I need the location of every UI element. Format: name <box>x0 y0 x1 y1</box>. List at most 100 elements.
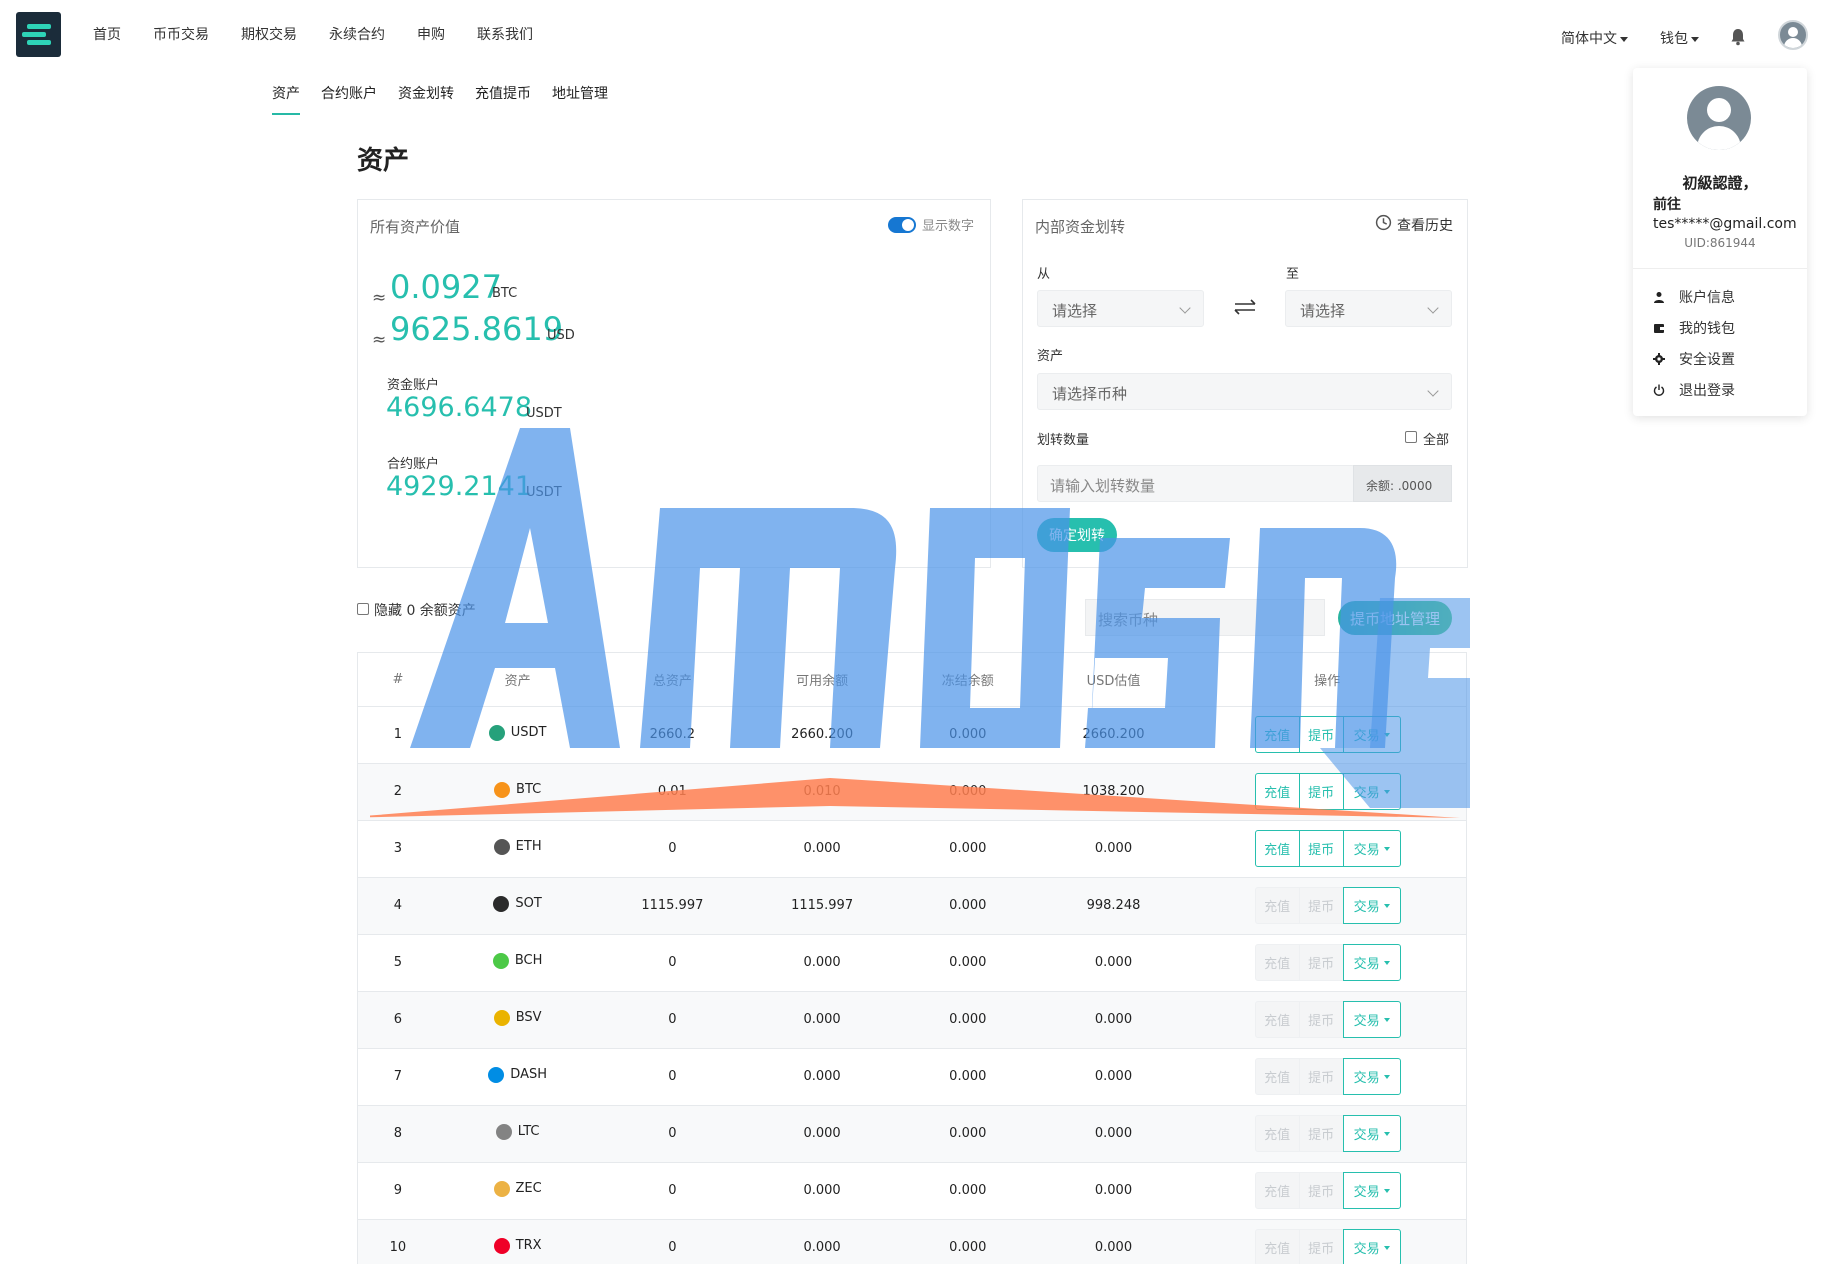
row-actions: 充值 提币 交易 <box>1188 820 1466 878</box>
row-asset: LTC <box>437 1105 598 1163</box>
menu-my-wallet[interactable]: 我的钱包 <box>1653 318 1735 338</box>
tab-fund-transfer[interactable]: 资金划转 <box>398 83 454 115</box>
row-asset: BTC <box>437 763 598 821</box>
trade-button[interactable]: 交易 <box>1342 1115 1401 1152</box>
trade-button[interactable]: 交易 <box>1342 1058 1401 1095</box>
row-frozen: 0.000 <box>896 706 1039 764</box>
trade-button[interactable]: 交易 <box>1342 1001 1401 1038</box>
language-select[interactable]: 简体中文 <box>1561 28 1628 48</box>
nav-perpetual[interactable]: 永续合约 <box>329 24 385 44</box>
hide-zero-checkbox[interactable] <box>357 603 369 615</box>
deposit-button[interactable]: 充值 <box>1254 1229 1300 1264</box>
tab-contract-account[interactable]: 合约账户 <box>321 83 377 115</box>
deposit-button[interactable]: 充值 <box>1254 887 1300 924</box>
coin-icon <box>493 838 510 855</box>
view-history-link[interactable]: 查看历史 <box>1397 215 1453 235</box>
hide-zero-label: 隐藏 0 余额资产 <box>374 603 476 619</box>
withdraw-button[interactable]: 提币 <box>1298 1058 1344 1095</box>
asset-label: 资产 <box>1037 349 1064 364</box>
user-icon <box>1654 292 1664 303</box>
menu-logout[interactable]: 退出登录 <box>1653 380 1735 400</box>
swap-icon[interactable] <box>1231 295 1259 319</box>
nav-subscribe[interactable]: 申购 <box>417 24 445 44</box>
col-asset: 资产 <box>437 653 598 707</box>
menu-account-info[interactable]: 账户信息 <box>1653 287 1735 307</box>
row-actions: 充值 提币 交易 <box>1188 1048 1466 1106</box>
all-checkbox[interactable] <box>1405 431 1417 443</box>
nav-spot[interactable]: 币币交易 <box>153 24 209 44</box>
deposit-button[interactable]: 充值 <box>1254 716 1300 753</box>
nav-options[interactable]: 期权交易 <box>241 24 297 44</box>
withdraw-button[interactable]: 提币 <box>1298 1001 1344 1038</box>
tab-address-manage[interactable]: 地址管理 <box>552 83 608 115</box>
coin-icon <box>494 781 511 798</box>
sub-nav: 资产 合约账户 资金划转 充值提币 地址管理 <box>272 83 629 115</box>
withdraw-button[interactable]: 提币 <box>1298 1115 1344 1152</box>
deposit-button[interactable]: 充值 <box>1254 830 1300 867</box>
trade-button[interactable]: 交易 <box>1342 944 1401 981</box>
trade-button[interactable]: 交易 <box>1342 887 1401 924</box>
asset-select[interactable]: 请选择币种 <box>1037 373 1452 410</box>
amount-input[interactable]: 请输入划转数量 <box>1037 465 1355 502</box>
avatar[interactable] <box>1778 20 1808 50</box>
deposit-button[interactable]: 充值 <box>1254 1001 1300 1038</box>
trade-button[interactable]: 交易 <box>1342 773 1401 810</box>
row-actions: 充值 提币 交易 <box>1188 1162 1466 1220</box>
show-numbers-toggle[interactable] <box>888 217 916 233</box>
clock-icon[interactable] <box>1375 214 1392 231</box>
withdraw-button[interactable]: 提币 <box>1298 773 1344 810</box>
logo[interactable] <box>16 12 61 57</box>
row-available: 0.000 <box>747 934 897 992</box>
table-row: 10 TRX 0 0.000 0.000 0.000 充值 提币 交易 <box>358 1219 1466 1264</box>
chevron-down-icon <box>1383 1074 1390 1079</box>
chevron-down-icon <box>1383 1017 1390 1022</box>
nav-home[interactable]: 首页 <box>93 24 121 44</box>
row-frozen: 0.000 <box>896 1048 1039 1106</box>
trade-button[interactable]: 交易 <box>1342 1172 1401 1209</box>
chevron-down-icon <box>1383 846 1390 851</box>
bell-icon[interactable] <box>1730 28 1746 46</box>
row-available: 0.000 <box>747 1105 897 1163</box>
menu-security-settings[interactable]: 安全设置 <box>1653 349 1735 369</box>
deposit-button[interactable]: 充值 <box>1254 1172 1300 1209</box>
deposit-button[interactable]: 充值 <box>1254 1058 1300 1095</box>
deposit-button[interactable]: 充值 <box>1254 773 1300 810</box>
table-row: 3 ETH 0 0.000 0.000 0.000 充值 提币 交易 <box>358 820 1466 878</box>
coin-name: ZEC <box>515 1181 542 1196</box>
deposit-button[interactable]: 充值 <box>1254 944 1300 981</box>
withdraw-button[interactable]: 提币 <box>1298 887 1344 924</box>
row-frozen: 0.000 <box>896 1162 1039 1220</box>
withdraw-button[interactable]: 提币 <box>1298 1172 1344 1209</box>
search-input[interactable]: 搜索币种 <box>1085 599 1325 636</box>
wallet-menu[interactable]: 钱包 <box>1660 28 1699 48</box>
transfer-card: 内部资金划转 查看历史 从 至 请选择 请选择 资产 请选择币种 划转数量 全部… <box>1022 199 1468 568</box>
address-manage-button[interactable]: 提币地址管理 <box>1338 601 1453 635</box>
nav-contact[interactable]: 联系我们 <box>477 24 533 44</box>
row-number: 10 <box>358 1219 438 1264</box>
confirm-transfer-button[interactable]: 确定划转 <box>1037 518 1117 552</box>
tab-deposit-withdraw[interactable]: 充值提币 <box>475 83 531 115</box>
trade-button[interactable]: 交易 <box>1342 830 1401 867</box>
go-link[interactable]: 前往 <box>1653 194 1681 214</box>
withdraw-button[interactable]: 提币 <box>1298 944 1344 981</box>
row-asset: SOT <box>437 877 598 935</box>
withdraw-button[interactable]: 提币 <box>1298 716 1344 753</box>
from-select[interactable]: 请选择 <box>1037 290 1204 327</box>
gear-icon <box>1653 353 1665 365</box>
to-select[interactable]: 请选择 <box>1285 290 1452 327</box>
tab-assets[interactable]: 资产 <box>272 83 300 115</box>
coin-icon <box>493 895 510 912</box>
trade-button[interactable]: 交易 <box>1342 1229 1401 1264</box>
wallet-icon <box>1654 324 1664 333</box>
verification-level[interactable]: 初級認證， <box>1633 172 1807 193</box>
fund-account-unit: USDT <box>526 406 562 421</box>
deposit-button[interactable]: 充值 <box>1254 1115 1300 1152</box>
chevron-down-icon <box>1383 1245 1390 1250</box>
row-total: 0 <box>597 820 748 878</box>
withdraw-button[interactable]: 提币 <box>1298 830 1344 867</box>
trade-button[interactable]: 交易 <box>1342 716 1401 753</box>
coin-icon <box>493 1009 510 1026</box>
contract-account-label: 合约账户 <box>387 457 440 472</box>
withdraw-button[interactable]: 提币 <box>1298 1229 1344 1264</box>
row-total: 0 <box>597 1105 748 1163</box>
